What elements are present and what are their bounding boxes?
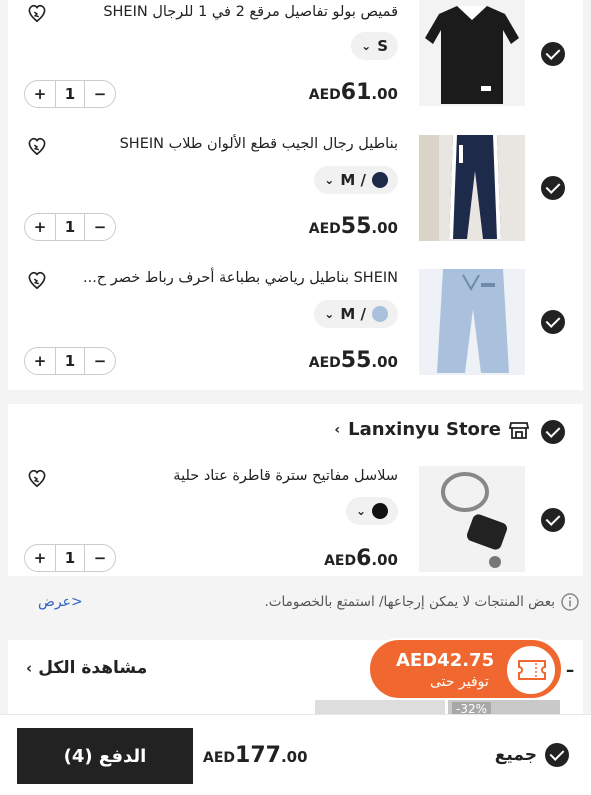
section-title-fragment: ـ	[567, 656, 574, 677]
view-link[interactable]: عرض>	[38, 594, 83, 610]
minus-button[interactable]: −	[85, 549, 115, 567]
total-integer: 177	[235, 743, 281, 768]
quantity-stepper: + 1 −	[24, 544, 116, 572]
currency-label: AED	[203, 750, 236, 766]
price-integer: 55	[340, 348, 372, 373]
product-price: AED55.00	[309, 214, 398, 239]
checkout-footer: الدفع (4) AED177.00 جميع	[0, 714, 591, 795]
plus-button[interactable]: +	[25, 549, 55, 567]
color-swatch	[372, 306, 388, 322]
select-checkbox[interactable]	[541, 42, 565, 66]
currency-label: AED	[308, 355, 341, 371]
quantity-stepper: + 1 −	[24, 347, 116, 375]
wishlist-heart-icon[interactable]	[26, 136, 48, 156]
view-all-link[interactable]: ‹ مشاهدة الكل	[26, 658, 147, 678]
color-swatch	[372, 503, 388, 519]
product-image[interactable]	[419, 466, 525, 572]
quantity-value[interactable]: 1	[55, 545, 85, 571]
minus-button[interactable]: −	[85, 85, 115, 103]
variant-selector[interactable]: ⌄ M /	[314, 166, 398, 194]
store-card: ‹ Lanxinyu Store سلاسل مفاتيح سترة قاطرة…	[8, 404, 583, 576]
variant-selector[interactable]: ⌄ S	[351, 32, 398, 60]
variant-label: M /	[340, 171, 366, 189]
currency-label: AED	[308, 221, 341, 237]
product-image[interactable]	[419, 0, 525, 106]
product-price: AED6.00	[324, 546, 398, 571]
plus-button[interactable]: +	[25, 218, 55, 236]
product-image[interactable]	[419, 269, 525, 375]
variant-selector[interactable]: ⌄	[345, 497, 398, 525]
savings-bubble[interactable]: AED42.75 توفير حتى	[368, 638, 563, 700]
minus-button[interactable]: −	[85, 352, 115, 370]
notice-text: بعض المنتجات لا يمكن إرجاعها/ استمتع بال…	[264, 594, 556, 610]
price-integer: 55	[340, 214, 372, 239]
quantity-value[interactable]: 1	[55, 214, 85, 240]
chevron-left-icon: ‹	[334, 421, 341, 438]
coupon-icon	[518, 660, 546, 680]
product-title[interactable]: SHEIN بناطيل رياضي بطباعة أحرف رباط خصر …	[83, 270, 398, 286]
plus-button[interactable]: +	[25, 85, 55, 103]
quantity-value[interactable]: 1	[55, 81, 85, 107]
chevron-down-icon: ⌄	[324, 307, 335, 321]
wishlist-heart-icon[interactable]	[26, 3, 48, 23]
store-name: Lanxinyu Store	[348, 419, 501, 440]
view-all-label: مشاهدة الكل	[38, 658, 148, 678]
quantity-stepper: + 1 −	[24, 80, 116, 108]
total-price: AED177.00	[203, 743, 308, 768]
variant-label: S	[377, 37, 388, 55]
product-image[interactable]	[419, 135, 525, 241]
color-swatch	[372, 172, 388, 188]
product-title[interactable]: قميص بولو تفاصيل مرقع 2 في 1 للرجال SHEI…	[103, 4, 398, 20]
currency-label: AED	[308, 87, 341, 103]
select-checkbox[interactable]	[541, 176, 565, 200]
product-price: AED61.00	[309, 80, 398, 105]
savings-label: توفير حتى	[430, 674, 489, 690]
chevron-down-icon: ⌄	[324, 173, 335, 187]
info-icon	[561, 593, 579, 611]
price-decimal: .00	[371, 85, 398, 103]
chevron-down-icon: ⌄	[355, 504, 366, 518]
store-select-checkbox[interactable]	[541, 420, 565, 444]
chevron-down-icon: ⌄	[361, 39, 372, 53]
quantity-value[interactable]: 1	[55, 348, 85, 374]
checkout-button[interactable]: الدفع (4)	[17, 728, 193, 784]
variant-label: M /	[340, 305, 366, 323]
quantity-stepper: + 1 −	[24, 213, 116, 241]
total-decimal: .00	[280, 748, 308, 766]
product-price: AED55.00	[309, 348, 398, 373]
product-title[interactable]: سلاسل مفاتيح سترة قاطرة عتاد حلية	[173, 468, 398, 484]
product-title[interactable]: بناطيل رجال الجيب قطع الألوان طلاب SHEIN	[120, 136, 398, 152]
select-checkbox[interactable]	[541, 310, 565, 334]
price-integer: 61	[340, 80, 372, 105]
store-icon	[509, 421, 529, 439]
select-checkbox[interactable]	[541, 508, 565, 532]
minus-button[interactable]: −	[85, 218, 115, 236]
select-all-checkbox[interactable]	[545, 743, 569, 767]
shein-products-card: قميص بولو تفاصيل مرقع 2 في 1 للرجال SHEI…	[8, 0, 583, 390]
store-header[interactable]: ‹ Lanxinyu Store	[334, 419, 529, 440]
price-integer: 6	[356, 546, 372, 571]
checkout-label: الدفع (4)	[63, 745, 147, 767]
select-all-label[interactable]: جميع	[495, 745, 537, 765]
wishlist-heart-icon[interactable]	[26, 270, 48, 290]
plus-button[interactable]: +	[25, 352, 55, 370]
price-decimal: .00	[371, 353, 398, 371]
currency-label: AED	[324, 553, 357, 569]
return-notice: بعض المنتجات لا يمكن إرجاعها/ استمتع بال…	[0, 588, 591, 618]
price-decimal: .00	[371, 219, 398, 237]
variant-selector[interactable]: ⌄ M /	[314, 300, 398, 328]
wishlist-heart-icon[interactable]	[26, 468, 48, 488]
coupon-circle	[505, 644, 557, 696]
savings-amount: AED42.75	[396, 650, 495, 671]
price-decimal: .00	[371, 551, 398, 569]
chevron-left-icon: ‹	[26, 659, 33, 677]
